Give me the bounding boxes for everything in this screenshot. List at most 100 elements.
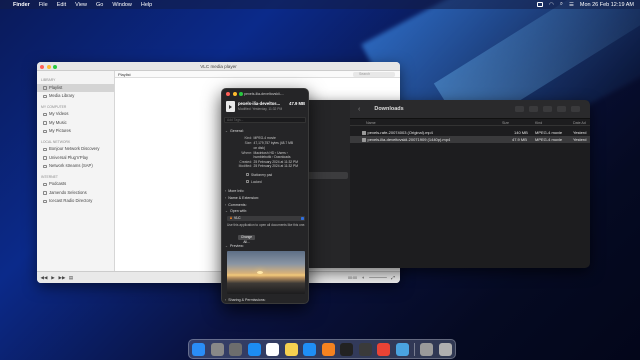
wifi-icon[interactable]: ◠ (549, 2, 554, 8)
dock-calendar-icon[interactable] (266, 342, 280, 356)
share-icon[interactable] (543, 106, 552, 112)
search-icon[interactable]: ⌕ (560, 1, 563, 8)
open-with-select[interactable]: VLC (227, 216, 305, 221)
sidebar-item-my-pictures[interactable]: My Pictures (37, 127, 114, 136)
sidebar-item-sap[interactable]: Network streams (SAP) (37, 162, 114, 171)
tags-input[interactable]: Add Tags... (224, 117, 306, 123)
playlist-icon (43, 86, 47, 90)
section-more-info[interactable]: More Info: (225, 189, 244, 193)
menu-go[interactable]: Go (96, 2, 103, 8)
col-size[interactable]: Size (502, 121, 509, 125)
section-preview[interactable]: Preview: (225, 244, 244, 248)
checkbox-box (246, 173, 249, 177)
sidebar-item-media-library[interactable]: Media Library (37, 92, 114, 101)
sidebar-item-my-music[interactable]: My Music (37, 119, 114, 128)
section-general[interactable]: General: (225, 129, 244, 133)
fullscreen-icon[interactable]: ⤢ (390, 275, 396, 281)
sidebar-item-icecast[interactable]: Icecast Radio Directory (37, 197, 114, 206)
col-name[interactable]: Name (366, 121, 376, 125)
stationery-checkbox[interactable]: Stationery pad (246, 173, 272, 177)
file-size: 140 MB (514, 130, 528, 136)
info-modified-short: Modified: Yesterday, 11:32 PM (238, 107, 283, 111)
menu-view[interactable]: View (75, 2, 87, 8)
file-row[interactable]: pexels-rafe-20074003 (Original).mp4 140 … (350, 129, 590, 136)
dock-photos-icon[interactable] (420, 342, 434, 356)
dock-chrome-icon[interactable] (377, 342, 391, 356)
playlist-toggle-icon[interactable]: ▤ (68, 275, 74, 281)
col-kind[interactable]: Kind (535, 121, 542, 125)
file-kind: MPEG-4 movie (535, 137, 563, 143)
video-preview[interactable] (227, 251, 305, 294)
dock-finder-icon[interactable] (192, 342, 205, 356)
section-sharing[interactable]: Sharing & Permissions: (225, 298, 265, 302)
info-value: MPEG-4 movie (253, 136, 276, 140)
volume-icon[interactable]: ◖ (360, 275, 366, 281)
menu-bar: Finder File Edit View Go Window Help ◠ ⌕… (0, 0, 640, 9)
dock-preview-icon[interactable] (395, 342, 409, 356)
info-kind: Kind: MPEG-4 movie (222, 136, 276, 140)
file-name: pexels-ilia-develtovskii-20071909 (1440p… (362, 137, 450, 142)
vlc-controls: ◀◀ ▶ ▶▶ ▤ 00:00 ◖ ⤢ (37, 271, 400, 283)
menu-file[interactable]: File (39, 2, 48, 8)
tag-icon[interactable] (557, 106, 566, 112)
info-modified: Modified: 25 February 2024 at 11:32 PM (222, 164, 298, 168)
control-center-icon[interactable]: ☰ (569, 2, 574, 8)
section-name-extension[interactable]: Name & Extension: (225, 196, 259, 200)
dock-terminal-icon[interactable] (340, 342, 354, 356)
play-icon[interactable]: ▶ (50, 275, 56, 281)
minimize-icon[interactable] (46, 64, 51, 69)
zoom-icon[interactable] (239, 92, 243, 96)
menu-help[interactable]: Help (141, 2, 152, 8)
sidebar-item-jamendo[interactable]: Jamendo Selections (37, 189, 114, 198)
sidebar-item-upnp[interactable]: Universal Plug'n'Play (37, 154, 114, 163)
section-open-with[interactable]: Open with: (225, 209, 247, 213)
fast-forward-icon[interactable]: ▶▶ (59, 275, 66, 281)
finder-toolbar: ‹ Downloads (350, 100, 590, 119)
sidebar-item-my-videos[interactable]: My Videos (37, 110, 114, 119)
radio-icon (43, 199, 47, 203)
close-icon[interactable] (226, 92, 230, 96)
sidebar-item-podcasts[interactable]: Podcasts (37, 180, 114, 189)
menu-window[interactable]: Window (112, 2, 132, 8)
podcast-icon (43, 182, 47, 186)
more-icon[interactable] (571, 106, 580, 112)
close-icon[interactable] (40, 64, 44, 69)
vlc-titlebar: VLC media player (37, 62, 400, 71)
rewind-icon[interactable]: ◀◀ (41, 275, 48, 281)
zoom-icon[interactable] (53, 64, 57, 69)
view-options-icon[interactable] (515, 106, 524, 112)
change-all-button[interactable]: Change All... (238, 235, 255, 244)
group-icon[interactable] (529, 106, 538, 112)
section-internet: INTERNET (41, 174, 58, 179)
menu-edit[interactable]: Edit (57, 2, 66, 8)
info-value: 25 February 2024 at 11:32 PM (253, 159, 298, 164)
sidebar-label: Icecast Radio Directory (49, 198, 93, 203)
vlc-sidebar: LIBRARY Playlist Media Library MY COMPUT… (37, 71, 115, 271)
col-date[interactable]: Date Ad (573, 121, 586, 125)
sidebar-item-playlist[interactable]: Playlist (37, 83, 114, 92)
dock-launchpad-icon[interactable] (210, 342, 224, 356)
dock-vlc-icon[interactable] (321, 342, 335, 356)
info-size: Size: 47,179,757 bytes (48.7 MB (222, 141, 293, 145)
dock-quicktime-icon[interactable] (358, 342, 372, 356)
dock (188, 339, 456, 359)
playlist-search-input[interactable]: Search (353, 71, 395, 77)
sidebar-label: Universal Plug'n'Play (49, 154, 89, 160)
menu-finder[interactable]: Finder (13, 2, 30, 8)
volume-slider[interactable] (369, 276, 387, 279)
dock-appstore-icon[interactable] (303, 342, 317, 356)
section-local-network: LOCAL NETWORK (41, 139, 71, 144)
dock-notes-icon[interactable] (284, 342, 298, 356)
dock-trash-icon[interactable] (438, 342, 452, 356)
sidebar-item-bonjour[interactable]: Bonjour Network Discovery (37, 145, 114, 154)
dock-safari-icon[interactable] (247, 342, 261, 356)
file-row-selected[interactable]: pexels-ilia-develtovskii-20071909 (1440p… (350, 136, 590, 143)
info-key: Created: (239, 159, 252, 164)
locked-checkbox[interactable]: Locked (246, 180, 262, 184)
menubar-clock[interactable]: Mon 26 Feb 12:19 AM (580, 2, 634, 8)
minimize-icon[interactable] (232, 92, 237, 96)
battery-icon[interactable] (537, 2, 544, 7)
back-icon[interactable]: ‹ (358, 106, 360, 113)
dock-settings-icon[interactable] (229, 342, 243, 356)
section-comments[interactable]: Comments: (225, 203, 246, 207)
